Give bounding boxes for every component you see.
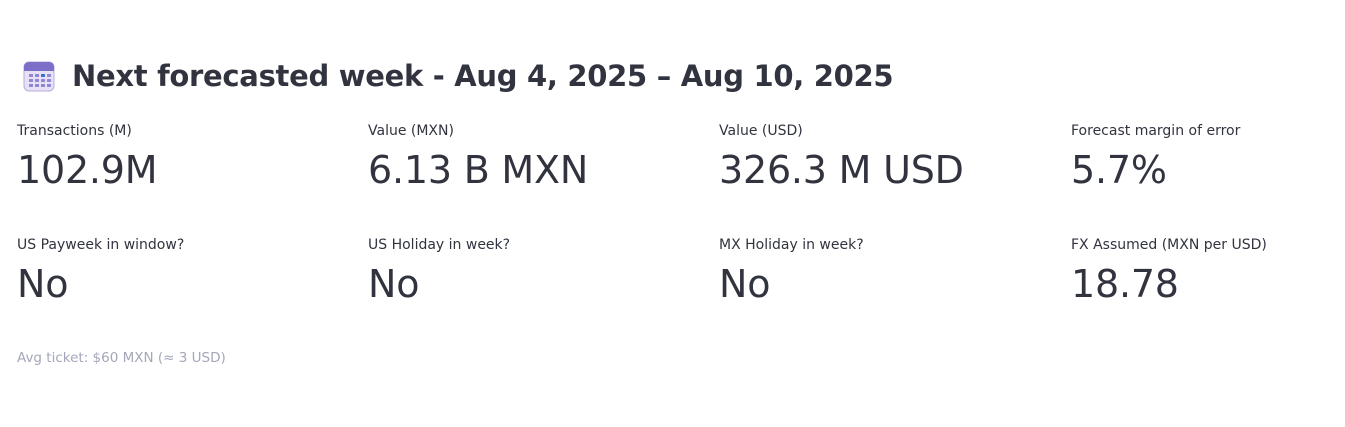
metric-value: No <box>17 262 69 306</box>
metric-value: No <box>368 262 420 306</box>
metric-value: 5.7% <box>1071 148 1167 192</box>
metric-mx-holiday: MX Holiday in week? No <box>719 232 1071 346</box>
metric-value: No <box>719 262 771 306</box>
metric-fx-assumed: FX Assumed (MXN per USD) 18.78 <box>1071 232 1317 346</box>
metric-value-usd: Value (USD) 326.3 M USD <box>719 118 1071 232</box>
page-title: Next forecasted week - Aug 4, 2025 – Aug… <box>72 59 894 93</box>
metric-margin-of-error: Forecast margin of error 5.7% <box>1071 118 1317 232</box>
metric-value: 326.3 M USD <box>719 148 964 192</box>
metric-label: US Holiday in week? <box>368 237 511 253</box>
metric-label: Value (USD) <box>719 123 803 139</box>
metric-label: US Payweek in window? <box>17 237 185 253</box>
metric-us-payweek: US Payweek in window? No <box>17 232 368 346</box>
metric-label: Transactions (M) <box>17 123 132 139</box>
metric-label: Value (MXN) <box>368 123 454 139</box>
metric-label: MX Holiday in week? <box>719 237 864 253</box>
metric-transactions: Transactions (M) 102.9M <box>17 118 368 232</box>
metrics-grid: Transactions (M) 102.9M Value (MXN) 6.13… <box>17 118 1317 346</box>
metric-label: FX Assumed (MXN per USD) <box>1071 237 1267 253</box>
metric-value: 102.9M <box>17 148 158 192</box>
metric-value-mxn: Value (MXN) 6.13 B MXN <box>368 118 719 232</box>
page-header: Next forecasted week - Aug 4, 2025 – Aug… <box>22 56 894 96</box>
metric-label: Forecast margin of error <box>1071 123 1241 139</box>
metric-us-holiday: US Holiday in week? No <box>368 232 719 346</box>
metric-value: 18.78 <box>1071 262 1179 306</box>
metric-value: 6.13 B MXN <box>368 148 589 192</box>
avg-ticket-caption: Avg ticket: $60 MXN (≈ 3 USD) <box>17 350 226 366</box>
calendar-icon <box>22 59 56 93</box>
